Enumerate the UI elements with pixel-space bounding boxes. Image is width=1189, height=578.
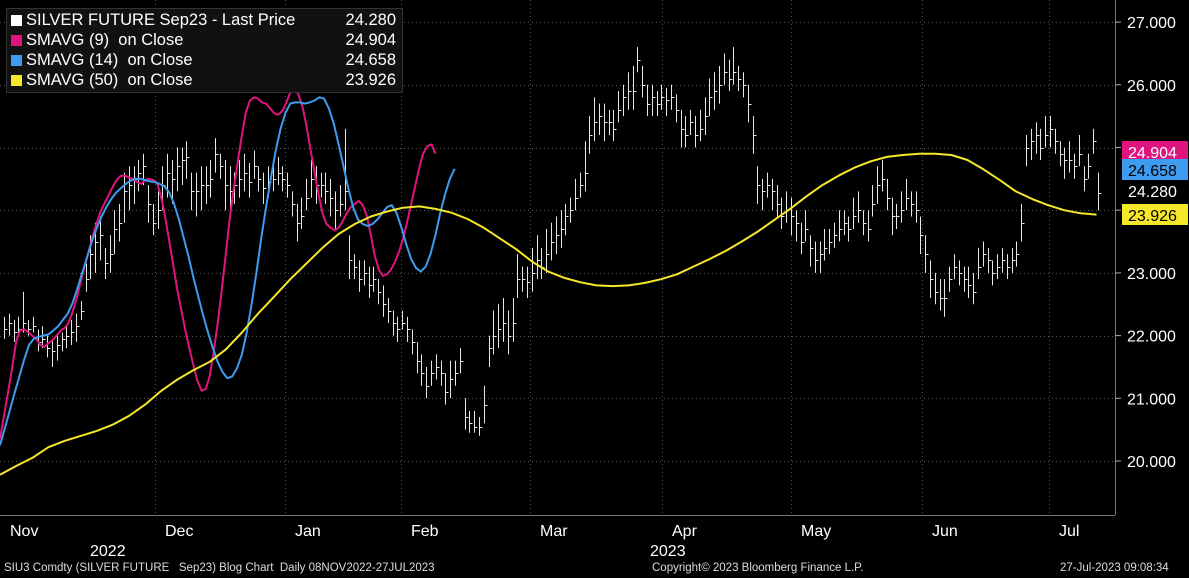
y-tick-label: 21.000: [1127, 391, 1176, 408]
legend-swatch-smavg9: [11, 34, 22, 46]
y-tick-label: 23.000: [1127, 266, 1176, 283]
year-label: 2022: [90, 543, 126, 560]
legend-label-smavg50: SMAVG (50) on Close: [26, 71, 193, 89]
value-tag: 24.280: [1122, 180, 1188, 201]
month-label: Jan: [295, 523, 321, 540]
value-tag-text: 24.658: [1128, 163, 1177, 180]
legend-swatch-smavg14: [11, 54, 22, 66]
value-tag: 24.658: [1122, 159, 1188, 180]
legend-label-price: SILVER FUTURE Sep23 - Last Price: [26, 11, 296, 29]
footer-timestamp: 27-Jul-2023 09:08:34: [1060, 562, 1169, 574]
value-tag-text: 23.926: [1128, 208, 1177, 225]
legend-row-smavg9: SMAVG (9) on Close 24.904: [11, 30, 396, 50]
value-tag: 23.926: [1122, 204, 1188, 225]
legend-value-smavg50: 23.926: [345, 71, 396, 89]
month-label: Apr: [672, 523, 698, 540]
legend-swatch-price: [11, 14, 22, 26]
footer-copyright: Copyright© 2023 Bloomberg Finance L.P.: [652, 562, 864, 574]
month-label: May: [801, 523, 831, 540]
month-label: Nov: [10, 523, 38, 540]
legend-label-smavg14: SMAVG (14) on Close: [26, 51, 193, 69]
y-tick-label: 20.000: [1127, 454, 1176, 471]
y-tick-label: 22.000: [1127, 329, 1176, 346]
legend-row-smavg14: SMAVG (14) on Close 24.658: [11, 50, 396, 70]
legend: SILVER FUTURE Sep23 - Last Price 24.280 …: [6, 8, 403, 93]
legend-label-smavg9: SMAVG (9) on Close: [26, 31, 184, 49]
y-tick-label: 27.000: [1127, 15, 1176, 32]
legend-value-price: 24.280: [345, 11, 396, 29]
chart-root: 27.00026.00025.00024.00023.00022.00021.0…: [0, 0, 1189, 578]
y-tick-label: 26.000: [1127, 78, 1176, 95]
legend-swatch-smavg50: [11, 74, 22, 86]
footer-source: SIU3 Comdty (SILVER FUTURE Sep23) Blog C…: [4, 562, 435, 574]
value-tag-text: 24.280: [1128, 184, 1177, 201]
legend-value-smavg9: 24.904: [345, 31, 396, 49]
year-label: 2023: [650, 543, 686, 560]
month-label: Feb: [411, 523, 439, 540]
month-label: Jul: [1059, 523, 1079, 540]
month-label: Dec: [165, 523, 193, 540]
value-tag: 24.904: [1122, 141, 1188, 162]
legend-row-smavg50: SMAVG (50) on Close 23.926: [11, 70, 396, 90]
month-label: Jun: [932, 523, 958, 540]
legend-value-smavg14: 24.658: [345, 51, 396, 69]
legend-row-price: SILVER FUTURE Sep23 - Last Price 24.280: [11, 10, 396, 30]
month-label: Mar: [540, 523, 568, 540]
